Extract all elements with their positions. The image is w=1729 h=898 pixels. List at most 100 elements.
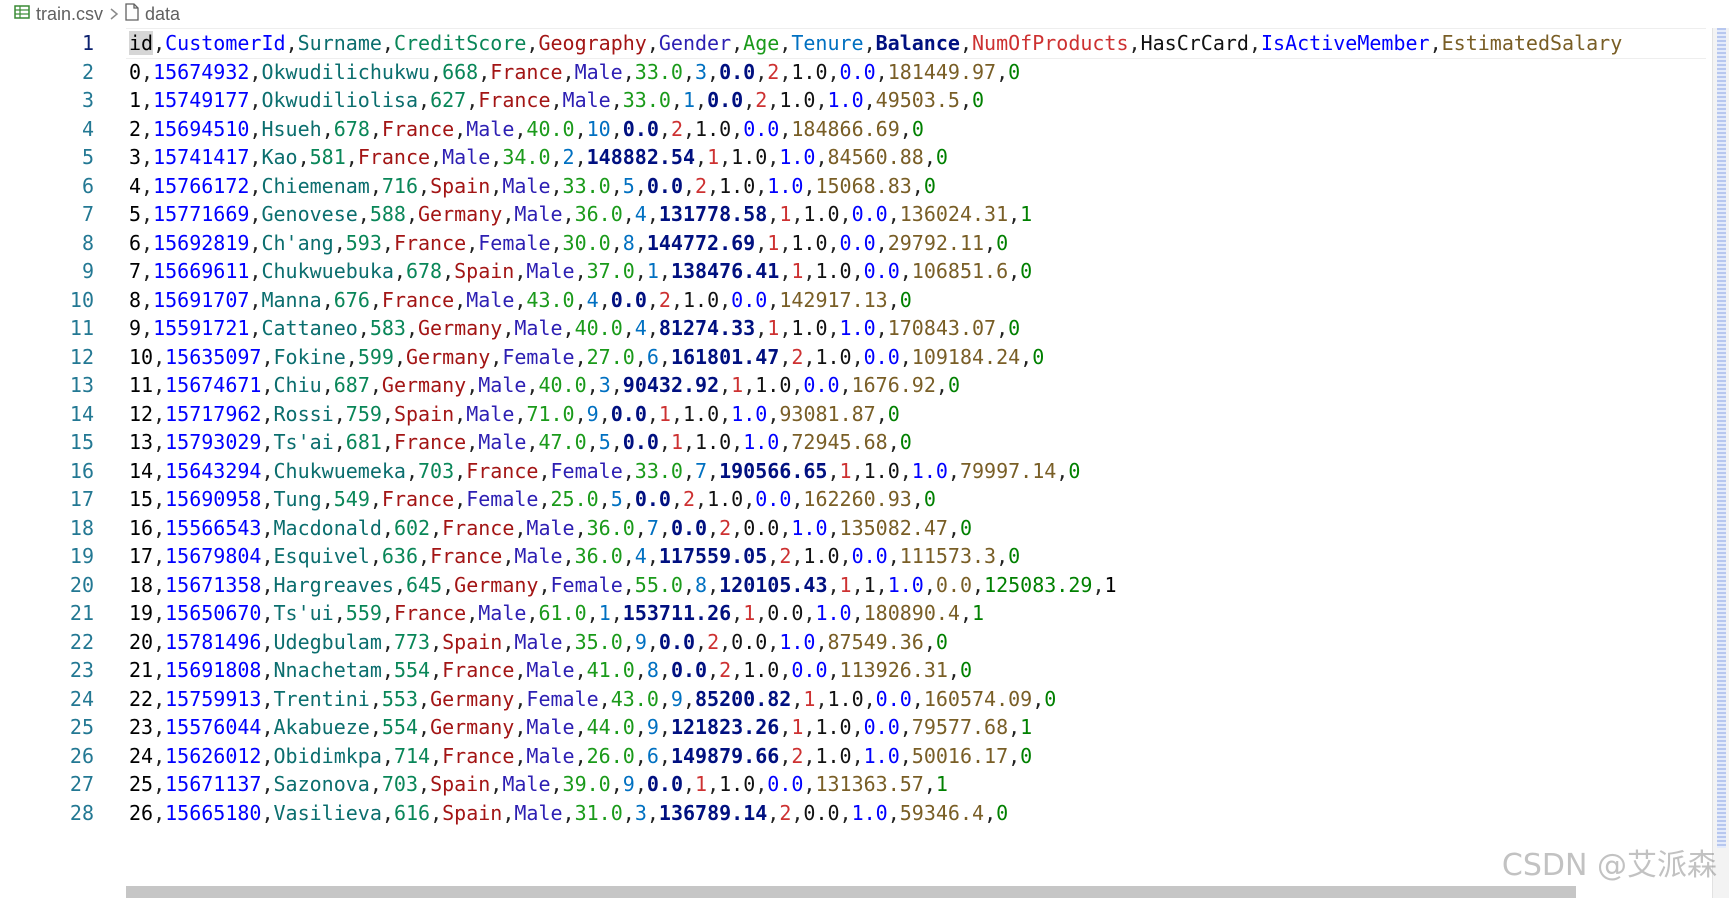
csv-separator: , (996, 316, 1009, 340)
csv-separator: , (418, 715, 431, 739)
data-line[interactable]: 9 7,15669611,Chukwuebuka,678,Spain,Male,3… (0, 256, 1712, 287)
csv-field: 59346.4 (899, 800, 985, 825)
data-line[interactable]: 18 16,15566543,Macdonald,602,France,Male,… (0, 513, 1712, 544)
breadcrumb-symbol[interactable]: data (125, 2, 180, 26)
csv-field: 1.0 (695, 116, 732, 141)
csv-field: 0.0 (622, 430, 659, 454)
csv-field: Okwudilichukwu (261, 59, 431, 84)
data-line[interactable]: 26 24,15626012,Obidimkpa,714,France,Male,… (0, 741, 1712, 772)
csv-field: Male (466, 116, 515, 141)
csv-separator: , (899, 715, 912, 739)
csv-separator: , (261, 772, 274, 796)
csv-separator: , (442, 259, 455, 283)
data-line[interactable]: 4 2,15694510,Hsueh,678,France,Male,40.0,1… (0, 114, 1712, 145)
csv-separator: , (586, 430, 599, 454)
csv-separator: , (803, 344, 816, 369)
data-line[interactable]: 28 26,15665180,Vasilieva,616,Spain,Male,3… (0, 798, 1712, 829)
csv-separator: , (418, 173, 431, 198)
csv-field: 0 (947, 373, 960, 397)
csv-field: 1.0 (683, 287, 720, 312)
data-line[interactable]: 7 5,15771669,Genovese,588,Germany,Male,36… (0, 199, 1712, 230)
csv-separator: , (767, 401, 780, 426)
csv-field: 39.0 (562, 772, 611, 796)
data-line[interactable]: 17 15,15690958,Tung,549,France,Female,25.… (0, 484, 1712, 515)
csv-field: IsActiveMember (1261, 31, 1430, 55)
data-line[interactable]: 21 19,15650670,Ts'ui,559,France,Male,61.0… (0, 598, 1712, 629)
csv-field: 703 (418, 458, 455, 483)
line-text: 8,15691707,Manna,676,France,Male,43.0,4,… (129, 285, 912, 316)
csv-separator: , (345, 145, 358, 169)
csv-field: 33.0 (562, 173, 611, 198)
csv-field: 162260.93 (803, 487, 912, 511)
data-line[interactable]: 10 8,15691707,Manna,676,France,Male,43.0,… (0, 285, 1712, 316)
code-editor[interactable]: 1 id,CustomerId,Surname,CreditScore,Geogr… (0, 28, 1712, 898)
data-line[interactable]: 3 1,15749177,Okwudiliolisa,627,France,Mal… (0, 85, 1712, 116)
csv-separator: , (345, 344, 358, 369)
csv-separator: , (634, 515, 647, 540)
csv-field: 79577.68 (911, 715, 1009, 739)
line-text: 23,15576044,Akabueze,554,Germany,Male,44… (129, 712, 1032, 743)
csv-field: 21 (129, 658, 154, 682)
csv-separator: , (369, 487, 382, 511)
csv-separator: , (839, 800, 852, 825)
data-line[interactable]: 22 20,15781496,Udegbulam,773,Spain,Male,3… (0, 627, 1712, 658)
horizontal-scrollbar[interactable] (126, 886, 1576, 898)
data-line[interactable]: 24 22,15759913,Trentini,553,Germany,Femal… (0, 684, 1712, 715)
csv-field: 1.0 (731, 401, 768, 426)
csv-field: 37.0 (586, 259, 635, 283)
data-line[interactable]: 11 9,15591721,Cattaneo,583,Germany,Male,4… (0, 313, 1712, 344)
csv-separator: , (405, 202, 419, 226)
csv-separator: , (634, 173, 647, 198)
data-line[interactable]: 14 12,15717962,Rossi,759,Spain,Male,71.0,… (0, 399, 1712, 430)
csv-field: 9 (646, 715, 659, 739)
line-text: 9,15591721,Cattaneo,583,Germany,Male,40.… (129, 313, 1020, 344)
data-line[interactable]: 5 3,15741417,Kao,581,France,Male,34.0,2,1… (0, 142, 1712, 173)
csv-separator: , (815, 686, 828, 711)
csv-field: 33.0 (634, 59, 683, 84)
data-line[interactable]: 15 13,15793029,Ts'ai,681,France,Male,47.0… (0, 427, 1712, 458)
csv-field: 44.0 (586, 715, 635, 739)
csv-separator: , (682, 173, 696, 198)
data-line[interactable]: 6 4,15766172,Chiemenam,716,Spain,Male,33.… (0, 171, 1712, 202)
csv-separator: , (803, 743, 816, 768)
csv-field: 1 (791, 715, 804, 739)
data-line[interactable]: 13 11,15674671,Chiu,687,Germany,Male,40.0… (0, 370, 1712, 401)
csv-field: 1 (779, 202, 792, 226)
csv-separator: , (153, 344, 166, 369)
csv-separator: , (454, 401, 467, 426)
csv-field: 5 (622, 173, 635, 198)
csv-field: 0 (996, 230, 1009, 255)
header-line[interactable]: 1 id,CustomerId,Surname,CreditScore,Geogr… (0, 28, 1712, 59)
csv-field: Genovese (261, 202, 358, 226)
csv-separator: , (875, 572, 888, 597)
csv-separator: , (634, 344, 647, 369)
csv-field: 22 (129, 686, 154, 711)
csv-field: 1.0 (719, 173, 756, 198)
csv-field: 1 (682, 88, 696, 112)
data-line[interactable]: 23 21,15691808,Nnachetam,554,France,Male,… (0, 655, 1712, 686)
csv-separator: , (418, 772, 431, 796)
csv-separator: , (851, 259, 864, 283)
data-line[interactable]: 12 10,15635097,Fokine,599,Germany,Female,… (0, 342, 1712, 373)
data-line[interactable]: 8 6,15692819,Ch'ang,593,France,Female,30.… (0, 228, 1712, 259)
data-line[interactable]: 2 0,15674932,Okwudilichukwu,668,France,Ma… (0, 57, 1712, 88)
csv-field: 1.0 (863, 458, 900, 483)
csv-field: Ts'ai (273, 430, 334, 454)
csv-separator: , (153, 373, 166, 397)
data-line[interactable]: 19 17,15679804,Esquivel,636,France,Male,3… (0, 541, 1712, 572)
csv-separator: , (875, 316, 888, 340)
csv-separator: , (261, 629, 274, 654)
data-line[interactable]: 25 23,15576044,Akabueze,554,Germany,Male,… (0, 712, 1712, 743)
data-line[interactable]: 20 18,15671358,Hargreaves,645,Germany,Fem… (0, 570, 1712, 601)
data-line[interactable]: 27 25,15671137,Sazonova,703,Spain,Male,39… (0, 769, 1712, 800)
csv-field: 1.0 (815, 259, 852, 283)
vertical-scrollbar[interactable] (1712, 28, 1729, 898)
breadcrumb-file[interactable]: train.csv (14, 4, 103, 25)
csv-field: Nnachetam (273, 658, 382, 682)
csv-separator: , (261, 601, 274, 625)
data-line[interactable]: 16 14,15643294,Chukwuemeka,703,France,Fem… (0, 456, 1712, 487)
csv-separator: , (153, 487, 166, 511)
csv-separator: , (731, 515, 744, 540)
csv-separator: , (959, 31, 972, 55)
csv-field: 1 (839, 458, 852, 483)
